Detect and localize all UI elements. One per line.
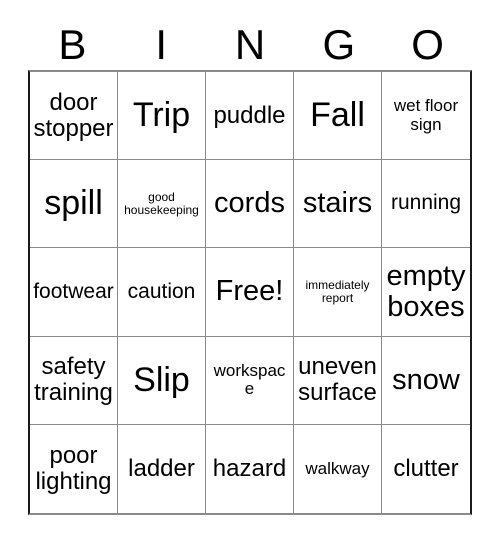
bingo-cell-label: walkway — [305, 458, 370, 478]
bingo-cell[interactable]: immediately report — [294, 248, 382, 337]
bingo-cell[interactable]: door stopper — [30, 72, 118, 161]
bingo-cell-label: wet floor sign — [393, 96, 459, 134]
bingo-cell-label: stairs — [302, 187, 373, 220]
bingo-cell-label: empty boxes — [386, 259, 466, 323]
bingo-cell[interactable]: uneven surface — [294, 336, 382, 425]
bingo-header-letter-i: I — [155, 20, 168, 68]
bingo-cell[interactable]: safety training — [30, 336, 118, 425]
bingo-cell[interactable]: running — [382, 160, 470, 249]
bingo-header-letter-b: B — [58, 20, 87, 68]
bingo-cell-label: Trip — [132, 96, 191, 135]
bingo-cell-label: Slip — [133, 360, 190, 399]
bingo-cell[interactable]: Fall — [294, 72, 382, 161]
bingo-cell-label: Fall — [310, 96, 365, 135]
bingo-cell[interactable]: clutter — [382, 424, 470, 513]
bingo-cell-label: hazard — [212, 454, 287, 482]
bingo-cell[interactable]: poor lighting — [30, 424, 118, 513]
bingo-cell-label: footwear — [33, 279, 114, 303]
bingo-cell[interactable]: hazard — [206, 424, 294, 513]
bingo-cell[interactable]: puddle — [206, 72, 294, 161]
bingo-grid: door stopper Trip puddle Fall wet floor … — [28, 70, 472, 515]
bingo-cell-label: safety training — [34, 353, 113, 407]
bingo-cell-label: workspace — [213, 360, 286, 399]
bingo-header-letter-g: G — [322, 20, 356, 68]
bingo-cell-label: door stopper — [33, 88, 114, 142]
bingo-cell-label: uneven surface — [298, 353, 377, 407]
bingo-cell[interactable]: walkway — [294, 424, 382, 513]
bingo-cell-label: snow — [392, 363, 460, 396]
bingo-cell-label: Free! — [215, 275, 284, 308]
bingo-cell-label: puddle — [213, 101, 286, 129]
bingo-cell[interactable]: stairs — [294, 160, 382, 249]
bingo-cell[interactable]: cords — [206, 160, 294, 249]
bingo-cell[interactable]: Trip — [118, 72, 206, 161]
bingo-header-row: B I N G O — [28, 19, 472, 70]
bingo-cell[interactable]: caution — [118, 248, 206, 337]
bingo-cell-label: poor lighting — [35, 441, 112, 495]
bingo-cell[interactable]: spill — [30, 160, 118, 249]
bingo-cell[interactable]: Slip — [118, 336, 206, 425]
bingo-card: B I N G O door stopper Trip puddle Fall … — [0, 0, 500, 544]
bingo-header-letter-o: O — [411, 20, 444, 68]
bingo-cell-label: clutter — [393, 454, 459, 482]
bingo-cell-label: good housekeeping — [124, 189, 199, 217]
bingo-cell[interactable]: snow — [382, 336, 470, 425]
bingo-cell-label: ladder — [128, 454, 195, 482]
bingo-header-letter-n: N — [234, 20, 266, 68]
bingo-cell-label: caution — [127, 279, 196, 303]
bingo-cell[interactable]: footwear — [30, 248, 118, 337]
bingo-cell-label: immediately report — [305, 278, 370, 305]
bingo-cell-free[interactable]: Free! — [206, 248, 294, 337]
bingo-cell[interactable]: good housekeeping — [118, 160, 206, 249]
bingo-cell[interactable]: wet floor sign — [382, 72, 470, 161]
bingo-cell[interactable]: ladder — [118, 424, 206, 513]
bingo-cell[interactable]: empty boxes — [382, 248, 470, 337]
bingo-cell-label: spill — [44, 184, 103, 223]
bingo-cell[interactable]: workspace — [206, 336, 294, 425]
bingo-cell-label: running — [390, 191, 462, 215]
bingo-cell-label: cords — [214, 187, 285, 220]
